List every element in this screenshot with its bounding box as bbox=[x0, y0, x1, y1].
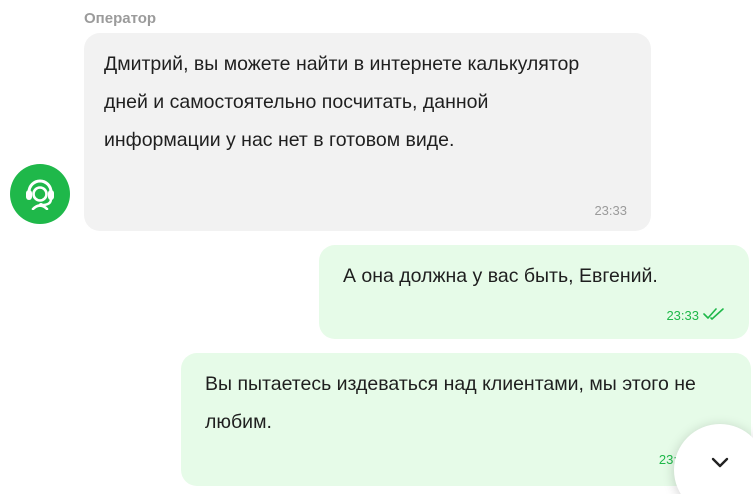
message-text: Вы пытаетесь издеваться над клиентами, м… bbox=[205, 373, 696, 433]
message-meta: 23:33 bbox=[666, 307, 725, 325]
message-outgoing: А она должна у вас быть, Евгений. 23:33 bbox=[319, 245, 749, 339]
message-text: Дмитрий, вы можете найти в интернете кал… bbox=[104, 53, 580, 151]
chevron-down-icon bbox=[710, 456, 730, 474]
chat-window: Оператор Дмитрий, вы можете найти в инте… bbox=[0, 0, 753, 494]
double-check-icon bbox=[703, 307, 725, 325]
sender-label: Оператор bbox=[84, 10, 157, 27]
message-text: А она должна у вас быть, Евгений. bbox=[343, 265, 658, 287]
message-time: 23:33 bbox=[594, 203, 627, 218]
message-outgoing: Вы пытаетесь издеваться над клиентами, м… bbox=[181, 353, 751, 486]
operator-headset-icon bbox=[22, 174, 58, 215]
operator-avatar bbox=[10, 164, 70, 224]
message-incoming: Дмитрий, вы можете найти в интернете кал… bbox=[84, 33, 651, 231]
message-time: 23:33 bbox=[666, 308, 699, 323]
